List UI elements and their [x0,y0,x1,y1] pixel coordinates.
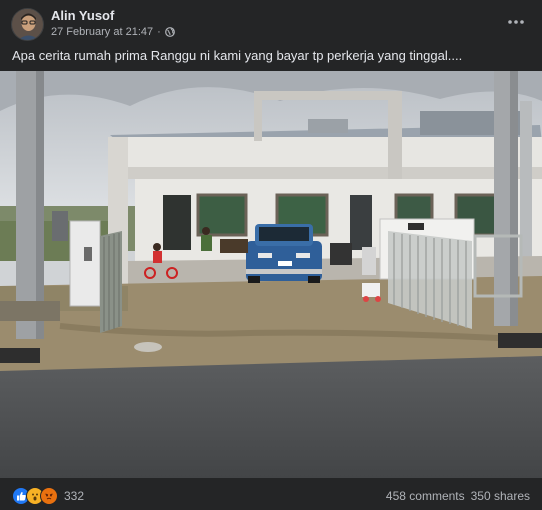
shares-count[interactable]: 350 shares [471,489,530,503]
house-photo-illustration [0,71,542,478]
more-horizontal-icon [508,20,524,24]
post-header: Alin Yusof 27 February at 21:47 · [0,0,542,44]
post-meta: 27 February at 21:47 · [51,26,175,38]
post-caption: Apa cerita rumah prima Ranggu ni kami ya… [12,48,463,63]
meta-separator: · [157,26,161,38]
post-stats: 458 comments 350 shares [386,489,530,503]
globe-icon[interactable] [164,27,175,37]
avatar-photo-icon [12,9,43,40]
author-name[interactable]: Alin Yusof [51,8,114,23]
post-menu-button[interactable] [504,12,528,32]
angry-icon [40,487,58,505]
reaction-count[interactable]: 332 [64,489,84,503]
engagement-bar: 332 458 comments 350 shares [0,480,542,510]
comments-count[interactable]: 458 comments [386,489,465,503]
reaction-summary[interactable]: 332 [12,487,84,505]
post-photo[interactable] [0,71,542,478]
author-avatar[interactable] [11,8,44,41]
post-timestamp[interactable]: 27 February at 21:47 [51,26,153,38]
